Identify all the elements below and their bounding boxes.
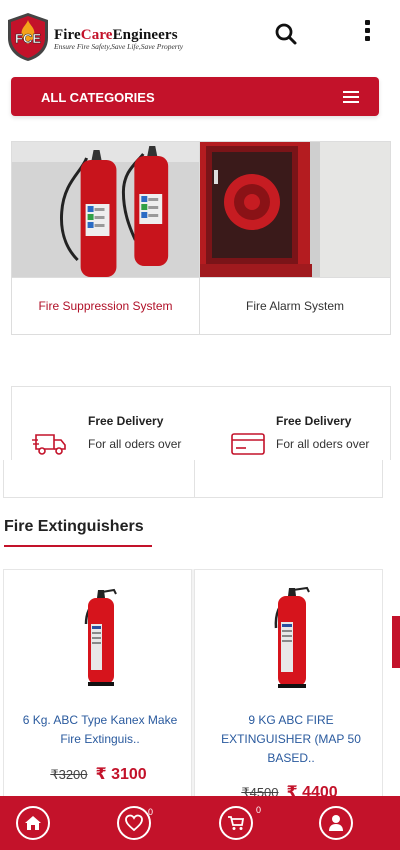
fire-suppression-image bbox=[12, 142, 199, 277]
delivery-truck-icon bbox=[32, 434, 66, 455]
product-name[interactable]: 6 Kg. ABC Type Kanex Make Fire Extinguis… bbox=[18, 711, 182, 749]
more-vertical-icon[interactable] bbox=[360, 20, 374, 42]
features-strip: Free Delivery For all oders over Free De… bbox=[11, 386, 391, 460]
user-icon bbox=[329, 815, 343, 831]
credit-card-icon bbox=[231, 433, 265, 455]
brand-tagline: Ensure Fire Safety,Save Life,Save Proper… bbox=[54, 42, 184, 51]
product-price: ₹3200 ₹ 3100 bbox=[4, 764, 193, 784]
category-card-fire-alarm[interactable]: Fire Alarm System bbox=[200, 142, 390, 334]
bottom-navigation: 0 0 bbox=[0, 796, 400, 850]
cart-count-badge: 0 bbox=[256, 805, 262, 815]
divider bbox=[194, 460, 195, 497]
category-card-fire-suppression[interactable]: Fire Suppression System bbox=[12, 142, 200, 334]
sale-price: ₹ 3100 bbox=[95, 766, 147, 783]
feature-subtitle: For all oders over bbox=[88, 437, 182, 451]
section-underline bbox=[4, 545, 152, 547]
home-icon bbox=[25, 816, 41, 830]
product-card[interactable]: 9 KG ABC FIRE EXTINGUISHER (MAP 50 BASED… bbox=[194, 569, 383, 809]
wishlist-count-badge: 0 bbox=[148, 807, 154, 817]
old-price: ₹3200 bbox=[50, 767, 88, 782]
home-button[interactable] bbox=[16, 806, 50, 840]
search-icon[interactable] bbox=[274, 22, 298, 46]
category-grid: Fire Suppression System Fire Alarm Syste… bbox=[11, 141, 391, 335]
product-card[interactable]: 6 Kg. ABC Type Kanex Make Fire Extinguis… bbox=[3, 569, 192, 809]
product-image bbox=[84, 588, 117, 686]
heart-icon bbox=[125, 814, 143, 832]
header: FCE FireCareEngineers Ensure Fire Safety… bbox=[0, 0, 400, 72]
feature-title: Free Delivery bbox=[88, 414, 164, 428]
category-label: Fire Alarm System bbox=[200, 277, 390, 334]
all-categories-label: ALL CATEGORIES bbox=[41, 90, 155, 105]
product-list: 6 Kg. ABC Type Kanex Make Fire Extinguis… bbox=[3, 569, 383, 809]
all-categories-button[interactable]: ALL CATEGORIES bbox=[11, 77, 379, 116]
side-drawer-tab[interactable] bbox=[392, 616, 400, 668]
wishlist-button[interactable] bbox=[117, 806, 151, 840]
features-strip-lower bbox=[3, 460, 383, 498]
product-image bbox=[274, 586, 310, 688]
hamburger-icon bbox=[343, 91, 359, 103]
product-name[interactable]: 9 KG ABC FIRE EXTINGUISHER (MAP 50 BASED… bbox=[209, 711, 373, 768]
cart-icon bbox=[228, 816, 245, 830]
fire-alarm-image bbox=[200, 142, 390, 277]
cart-button[interactable] bbox=[219, 806, 253, 840]
section-title: Fire Extinguishers bbox=[4, 518, 144, 535]
brand-logo[interactable]: FCE bbox=[6, 12, 50, 62]
category-label: Fire Suppression System bbox=[12, 277, 199, 334]
feature-title: Free Delivery bbox=[276, 414, 352, 428]
account-button[interactable] bbox=[319, 806, 353, 840]
feature-subtitle: For all oders over bbox=[276, 437, 370, 451]
feature-free-delivery-2: Free Delivery For all oders over bbox=[202, 387, 390, 460]
logo-text: FCE bbox=[15, 31, 41, 46]
feature-free-delivery: Free Delivery For all oders over bbox=[12, 387, 202, 460]
